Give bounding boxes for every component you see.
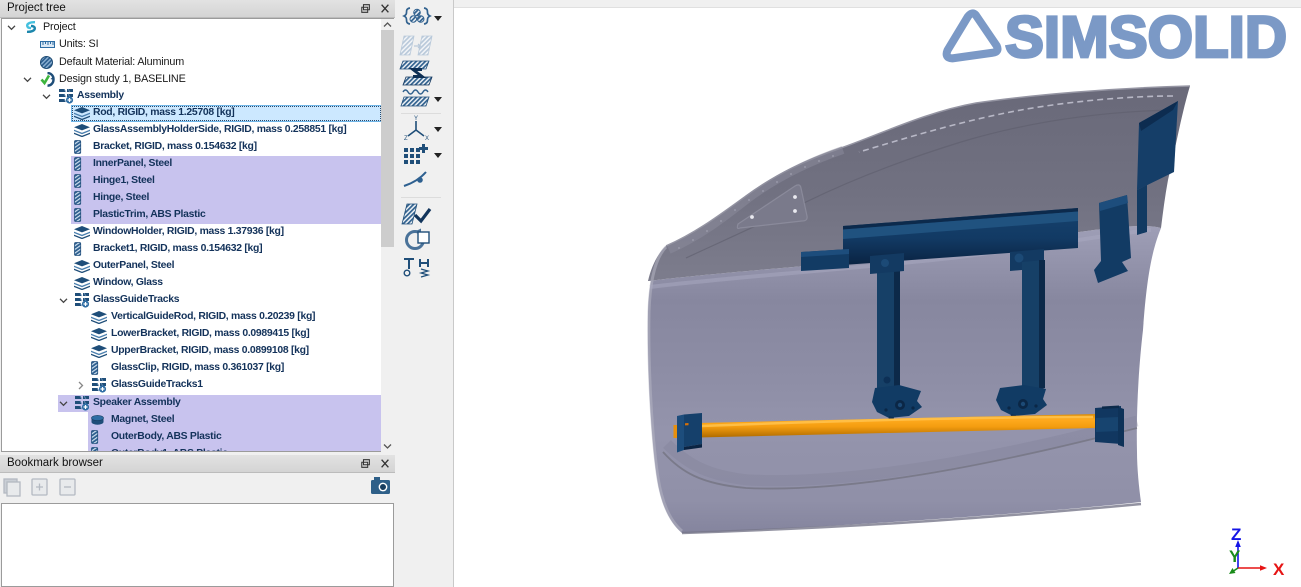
svg-text:X: X (1273, 560, 1285, 579)
svg-text:Z: Z (1231, 525, 1241, 544)
svg-text:Y: Y (414, 116, 418, 122)
svg-text:X: X (425, 136, 429, 142)
svg-text:Z: Z (404, 136, 408, 142)
svg-text:Y: Y (1229, 547, 1241, 566)
